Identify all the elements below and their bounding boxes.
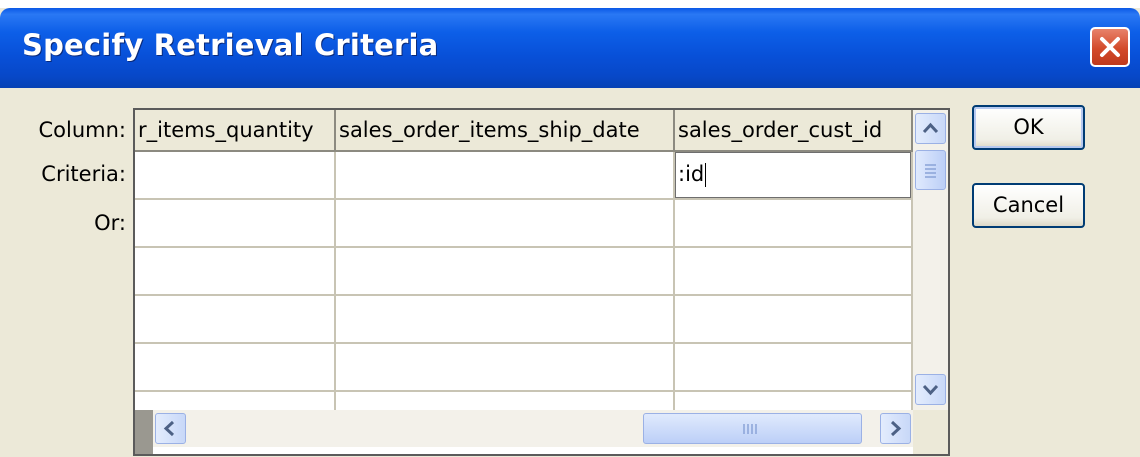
text-caret <box>705 163 707 187</box>
horizontal-scroll-thumb[interactable] <box>643 413 862 444</box>
or-cell[interactable] <box>135 200 336 248</box>
criteria-cell[interactable] <box>135 152 336 200</box>
chevron-up-icon <box>922 122 939 134</box>
or-cell[interactable] <box>336 248 675 296</box>
title-bar[interactable]: Specify Retrieval Criteria <box>0 8 1140 88</box>
or-cell[interactable] <box>336 392 675 410</box>
column-header[interactable]: sales_order_items_ship_date <box>336 110 675 152</box>
or-cell[interactable] <box>135 344 336 392</box>
or-label: Or: <box>94 211 126 235</box>
or-cell[interactable] <box>336 200 675 248</box>
column-header[interactable]: r_items_quantity <box>135 110 336 152</box>
scroll-right-button[interactable] <box>880 413 911 444</box>
ok-button[interactable]: OK <box>972 105 1085 150</box>
or-cell[interactable] <box>135 392 336 410</box>
or-cell[interactable] <box>675 344 913 392</box>
scroll-down-button[interactable] <box>915 374 946 405</box>
or-cell[interactable] <box>135 296 336 344</box>
criteria-grid: r_items_quantity sales_order_items_ship_… <box>133 108 950 456</box>
grip-icon <box>925 164 936 178</box>
or-cell[interactable] <box>675 392 913 410</box>
vertical-scrollbar[interactable] <box>913 110 948 410</box>
or-cell[interactable] <box>336 344 675 392</box>
or-cell[interactable] <box>675 296 913 344</box>
chevron-left-icon <box>163 420 175 437</box>
or-cell[interactable] <box>675 248 913 296</box>
chevron-down-icon <box>922 384 939 396</box>
cancel-button[interactable]: Cancel <box>972 183 1085 228</box>
or-cell[interactable] <box>336 296 675 344</box>
criteria-value: :id <box>678 162 705 186</box>
scrollbar-corner <box>913 410 948 454</box>
close-icon <box>1100 37 1120 57</box>
criteria-cell[interactable] <box>336 152 675 200</box>
scroll-up-button[interactable] <box>915 113 946 144</box>
criteria-cell-active[interactable]: :id <box>675 152 913 200</box>
horizontal-scrollbar[interactable] <box>153 410 913 447</box>
chevron-right-icon <box>890 420 902 437</box>
scroll-left-button[interactable] <box>155 413 186 444</box>
grip-icon <box>743 424 757 434</box>
column-label: Column: <box>38 118 127 142</box>
or-cell[interactable] <box>675 200 913 248</box>
column-header[interactable]: sales_order_cust_id <box>675 110 913 152</box>
criteria-label: Criteria: <box>41 162 126 186</box>
dialog-title: Specify Retrieval Criteria <box>22 28 439 62</box>
dialog-window: Specify Retrieval Criteria Column: Crite… <box>0 8 1140 457</box>
split-grip[interactable] <box>135 410 153 454</box>
close-button[interactable] <box>1090 27 1130 67</box>
vertical-scroll-thumb[interactable] <box>915 150 946 190</box>
or-cell[interactable] <box>135 248 336 296</box>
